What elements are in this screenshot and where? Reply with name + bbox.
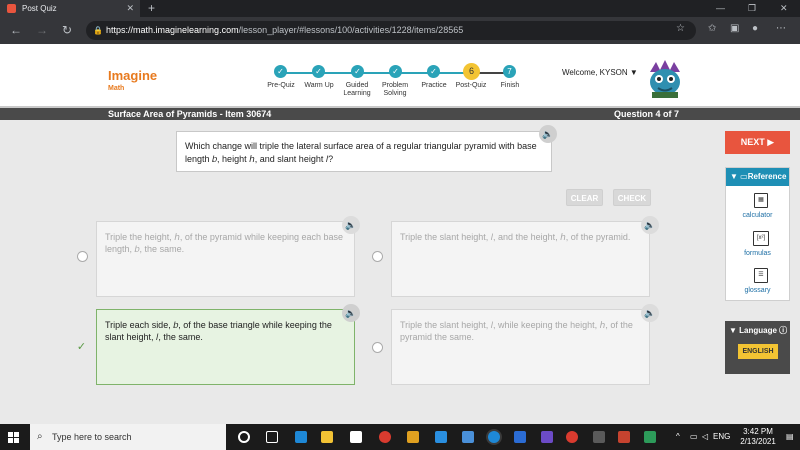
answer-choice-text: Triple the slant height, 𝑙, and the heig… bbox=[400, 232, 631, 242]
url-field[interactable]: 🔒 https://math.imaginelearning.com/lesso… bbox=[86, 21, 696, 40]
star-icon[interactable]: ☆ bbox=[676, 23, 685, 34]
menu-icon[interactable]: ⋯ bbox=[776, 23, 786, 34]
windows-taskbar: ⌕ Type here to search ^ ▭ ◁ ENG 3:42 PM … bbox=[0, 424, 800, 450]
question-prompt: Which change will triple the lateral sur… bbox=[176, 131, 552, 172]
store-icon[interactable] bbox=[350, 431, 362, 443]
address-bar: ← → ↻ 🔒 https://math.imaginelearning.com… bbox=[0, 17, 800, 44]
answer-choice-1[interactable]: Triple the height, ℎ, of the pyramid whi… bbox=[96, 221, 355, 297]
clock-date: 2/13/2021 bbox=[740, 437, 776, 446]
brand-subtitle: Math bbox=[108, 85, 125, 92]
choice-4-speaker-icon[interactable]: 🔈 bbox=[641, 304, 659, 322]
task-view-icon[interactable] bbox=[266, 431, 278, 443]
new-tab-button[interactable]: + bbox=[148, 0, 155, 17]
reference-panel: ▼ ▭Reference ▦ calculator [x²] formulas … bbox=[725, 167, 790, 301]
answer-choice-3[interactable]: Triple each side, 𝑏, of the base triangl… bbox=[96, 309, 355, 385]
next-button[interactable]: NEXT ▶ bbox=[725, 131, 790, 154]
browser-tab-bar: Post Quiz ✕ + — ❐ ✕ bbox=[0, 0, 800, 17]
reload-icon[interactable]: ↻ bbox=[62, 22, 72, 38]
edge-icon[interactable] bbox=[295, 431, 307, 443]
back-icon[interactable]: ← bbox=[10, 22, 22, 38]
english-button[interactable]: ENGLISH bbox=[738, 344, 778, 359]
formulas-icon[interactable]: [x²] bbox=[753, 231, 769, 246]
question-audio-speaker-icon[interactable]: 🔈 bbox=[539, 125, 557, 143]
forward-icon[interactable]: → bbox=[36, 22, 48, 38]
lock-icon: 🔒 bbox=[93, 26, 103, 35]
welcome-menu[interactable]: Welcome, KYSON ▼ bbox=[562, 68, 638, 77]
profile-icon[interactable]: ● bbox=[752, 23, 758, 34]
choice-1-radio[interactable] bbox=[77, 251, 88, 262]
minimize-icon[interactable]: — bbox=[716, 0, 725, 17]
teams-icon[interactable] bbox=[541, 431, 553, 443]
word-icon[interactable] bbox=[514, 431, 526, 443]
tab-title: Post Quiz bbox=[22, 4, 57, 13]
search-placeholder: Type here to search bbox=[52, 432, 132, 442]
app-icon[interactable] bbox=[644, 431, 656, 443]
url-host: https://math.imaginelearning.com bbox=[106, 25, 239, 35]
app-icon[interactable] bbox=[618, 431, 630, 443]
brand-logo: Imagine bbox=[108, 68, 158, 83]
step-marker-problem-solving: ✓ bbox=[389, 65, 402, 78]
volume-icon[interactable]: ◁ bbox=[702, 424, 708, 450]
clear-button[interactable]: CLEAR bbox=[566, 189, 603, 206]
chrome-icon[interactable] bbox=[379, 431, 391, 443]
lesson-title-bar: Surface Area of Pyramids - Item 30674 Qu… bbox=[0, 106, 800, 120]
step-marker-post-quiz: 6 bbox=[463, 63, 480, 80]
check-button[interactable]: CHECK bbox=[613, 189, 651, 206]
app-icon[interactable] bbox=[435, 431, 447, 443]
edge-active-icon[interactable] bbox=[488, 431, 500, 443]
taskbar-search-input[interactable]: ⌕ Type here to search bbox=[30, 424, 226, 450]
lesson-title: Surface Area of Pyramids - Item 30674 bbox=[108, 109, 272, 119]
app-icon[interactable] bbox=[407, 431, 419, 443]
answer-choice-2[interactable]: Triple the slant height, 𝑙, and the heig… bbox=[391, 221, 650, 297]
answer-choice-text: Triple each side, 𝑏, of the base triangl… bbox=[105, 320, 332, 342]
answer-choice-text: Triple the height, ℎ, of the pyramid whi… bbox=[105, 232, 344, 254]
question-counter: Question 4 of 7 bbox=[614, 109, 680, 119]
glossary-icon[interactable]: ☰ bbox=[754, 268, 768, 283]
avatar bbox=[650, 60, 680, 98]
app-icon[interactable] bbox=[593, 431, 605, 443]
taskbar-clock[interactable]: 3:42 PM 2/13/2021 bbox=[736, 427, 780, 447]
progress-track-complete bbox=[281, 72, 471, 74]
step-marker-finish: 7 bbox=[503, 65, 516, 78]
cortana-icon[interactable] bbox=[238, 431, 250, 443]
step-label-finish: Finish bbox=[500, 82, 520, 89]
calculator-icon[interactable]: ▦ bbox=[754, 193, 768, 208]
language-panel: ▼ Language ⓘ ENGLISH bbox=[725, 321, 790, 374]
clock-time: 3:42 PM bbox=[743, 427, 773, 436]
choice-2-speaker-icon[interactable]: 🔈 bbox=[641, 216, 659, 234]
collections-icon[interactable]: ▣ bbox=[730, 23, 739, 34]
favicon-icon bbox=[7, 4, 16, 13]
choice-3-speaker-icon[interactable]: 🔈 bbox=[342, 304, 360, 322]
formulas-label[interactable]: formulas bbox=[726, 250, 789, 257]
tab-close-icon[interactable]: ✕ bbox=[126, 0, 134, 17]
search-icon: ⌕ bbox=[37, 431, 43, 442]
step-marker-guided-learning: ✓ bbox=[351, 65, 364, 78]
network-icon[interactable]: ▭ bbox=[690, 424, 698, 450]
notifications-icon[interactable]: ▤ bbox=[786, 424, 794, 450]
answer-choice-4[interactable]: Triple the slant height, 𝑙, while keepin… bbox=[391, 309, 650, 385]
answer-choice-text: Triple the slant height, 𝑙, while keepin… bbox=[400, 320, 633, 342]
choice-2-radio[interactable] bbox=[372, 251, 383, 262]
step-marker-pre-quiz: ✓ bbox=[274, 65, 287, 78]
window-close-icon[interactable]: ✕ bbox=[780, 0, 788, 17]
zoom-icon[interactable] bbox=[462, 431, 474, 443]
file-explorer-icon[interactable] bbox=[321, 431, 333, 443]
calculator-label[interactable]: calculator bbox=[726, 212, 789, 219]
browser-tab[interactable]: Post Quiz ✕ bbox=[0, 0, 140, 17]
language-header[interactable]: ▼ Language ⓘ bbox=[729, 325, 787, 336]
maximize-icon[interactable]: ❐ bbox=[748, 0, 756, 17]
step-marker-practice: ✓ bbox=[427, 65, 440, 78]
chrome-icon[interactable] bbox=[566, 431, 578, 443]
step-marker-warm-up: ✓ bbox=[312, 65, 325, 78]
choice-3-radio-checked-icon[interactable]: ✓ bbox=[76, 342, 87, 353]
choice-1-speaker-icon[interactable]: 🔈 bbox=[342, 216, 360, 234]
favorites-icon[interactable]: ✩ bbox=[708, 23, 716, 34]
input-language[interactable]: ENG bbox=[713, 424, 730, 450]
tray-chevron-icon[interactable]: ^ bbox=[676, 424, 680, 450]
windows-start-icon[interactable] bbox=[8, 432, 19, 443]
url-path: /lesson_player/#lessons/100/activities/1… bbox=[238, 25, 464, 35]
reference-header[interactable]: ▼ ▭Reference bbox=[726, 168, 789, 186]
choice-4-radio[interactable] bbox=[372, 342, 383, 353]
glossary-label[interactable]: glossary bbox=[726, 287, 789, 294]
